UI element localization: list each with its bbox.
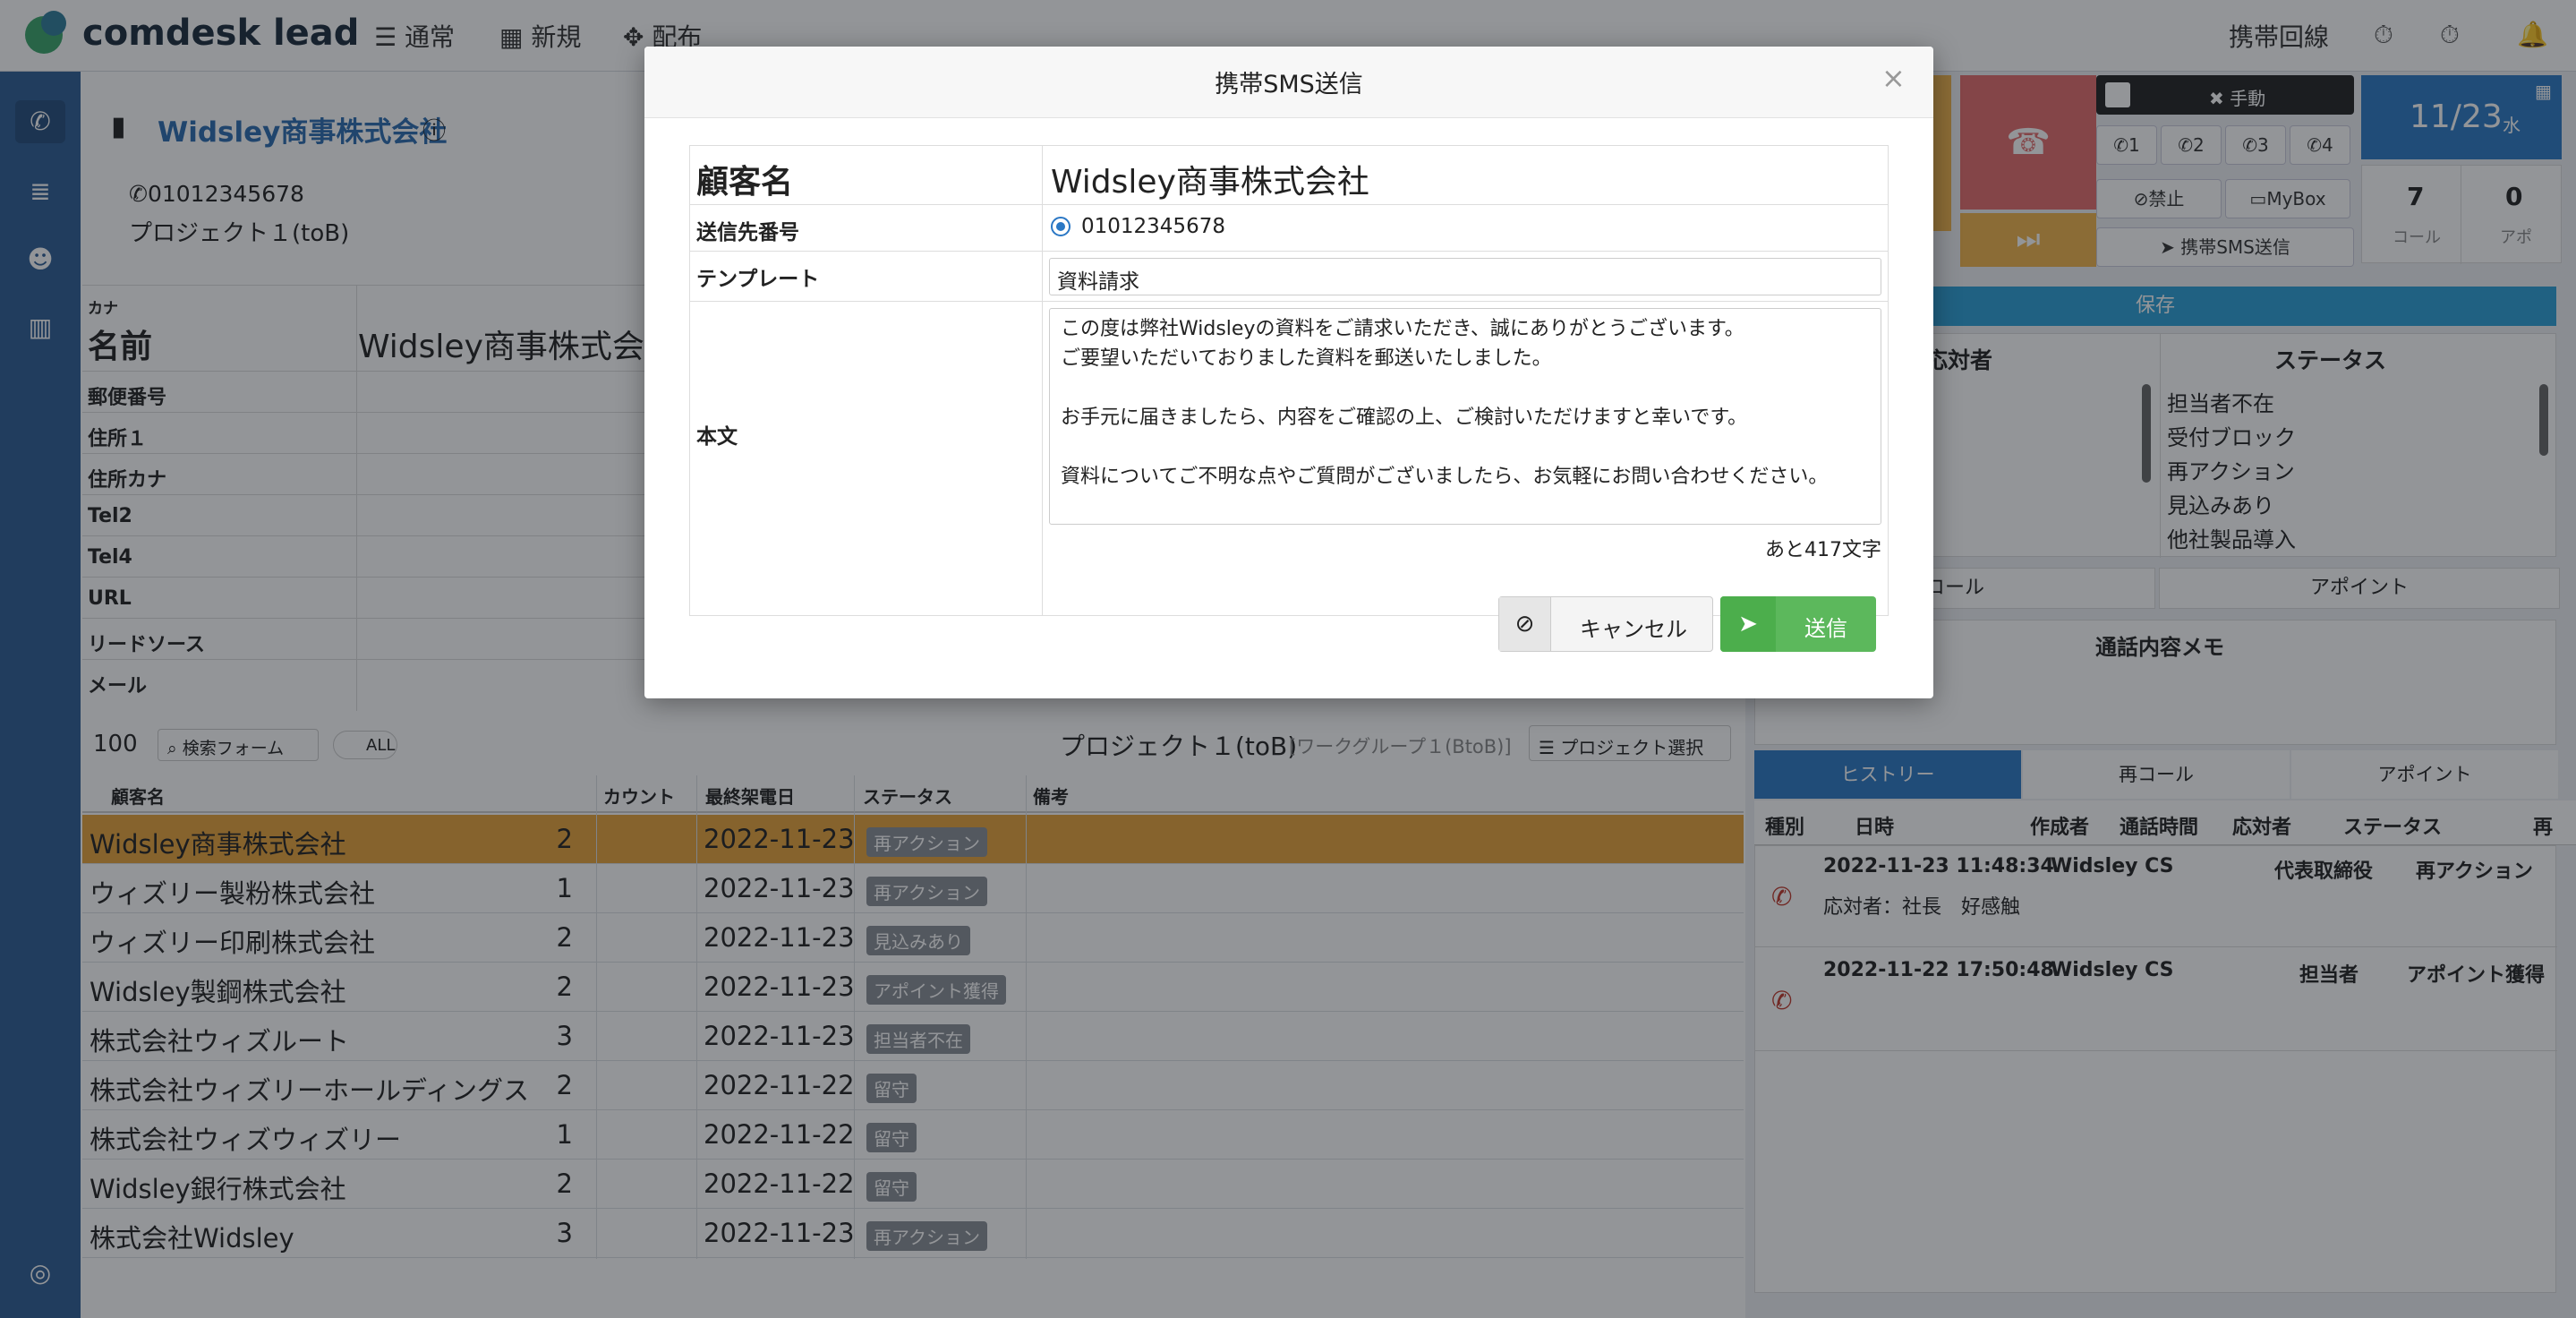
number-label: 送信先番号 <box>696 221 799 244</box>
body-line <box>1061 432 1870 462</box>
body-line: 資料についてご不明な点やご質問がございましたら、お気軽にお問い合わせください。 <box>1061 466 1829 488</box>
number-radio[interactable] <box>1051 217 1070 236</box>
body-line <box>1061 373 1870 403</box>
sms-modal: 携帯SMS送信 × 顧客名 Widsley商事株式会社 送信先番号 010123… <box>644 47 1933 698</box>
body-label: 本文 <box>696 425 738 449</box>
radio-dot <box>1056 222 1065 231</box>
send-button[interactable]: ➤ 送信 <box>1720 596 1876 652</box>
table-divider <box>1042 145 1043 616</box>
body-line: この度は弊社Widsleyの資料をご請求いただき、誠にありがとうございます。 <box>1061 318 1744 340</box>
table-divider <box>689 204 1889 205</box>
table-divider <box>689 251 1889 252</box>
ban-icon: ⊘ <box>1499 597 1551 651</box>
cancel-button[interactable]: ⊘ キャンセル <box>1498 596 1713 652</box>
send-icon: ➤ <box>1720 596 1776 652</box>
remaining-chars: あと417文字 <box>1765 539 1881 561</box>
customer-value: Widsley商事株式会社 <box>1051 164 1369 201</box>
close-icon[interactable]: × <box>1881 61 1906 95</box>
send-label: 送信 <box>1804 616 1847 641</box>
cancel-label: キャンセル <box>1580 617 1687 642</box>
number-value: 01012345678 <box>1081 215 1225 238</box>
table-divider <box>689 301 1889 302</box>
body-line: お手元に届きましたら、内容をご確認の上、ご検討いただけますと幸いです。 <box>1061 407 1748 429</box>
body-textarea[interactable]: この度は弊社Widsleyの資料をご請求いただき、誠にありがとうございます。 ご… <box>1049 308 1881 525</box>
body-line: ご要望いただいておりました資料を郵送いたしました。 <box>1061 347 1552 370</box>
modal-title: 携帯SMS送信 <box>1215 71 1363 98</box>
customer-label: 顧客名 <box>696 164 794 201</box>
template-select[interactable]: 資料請求 <box>1049 258 1881 295</box>
template-label: テンプレート <box>696 268 820 291</box>
